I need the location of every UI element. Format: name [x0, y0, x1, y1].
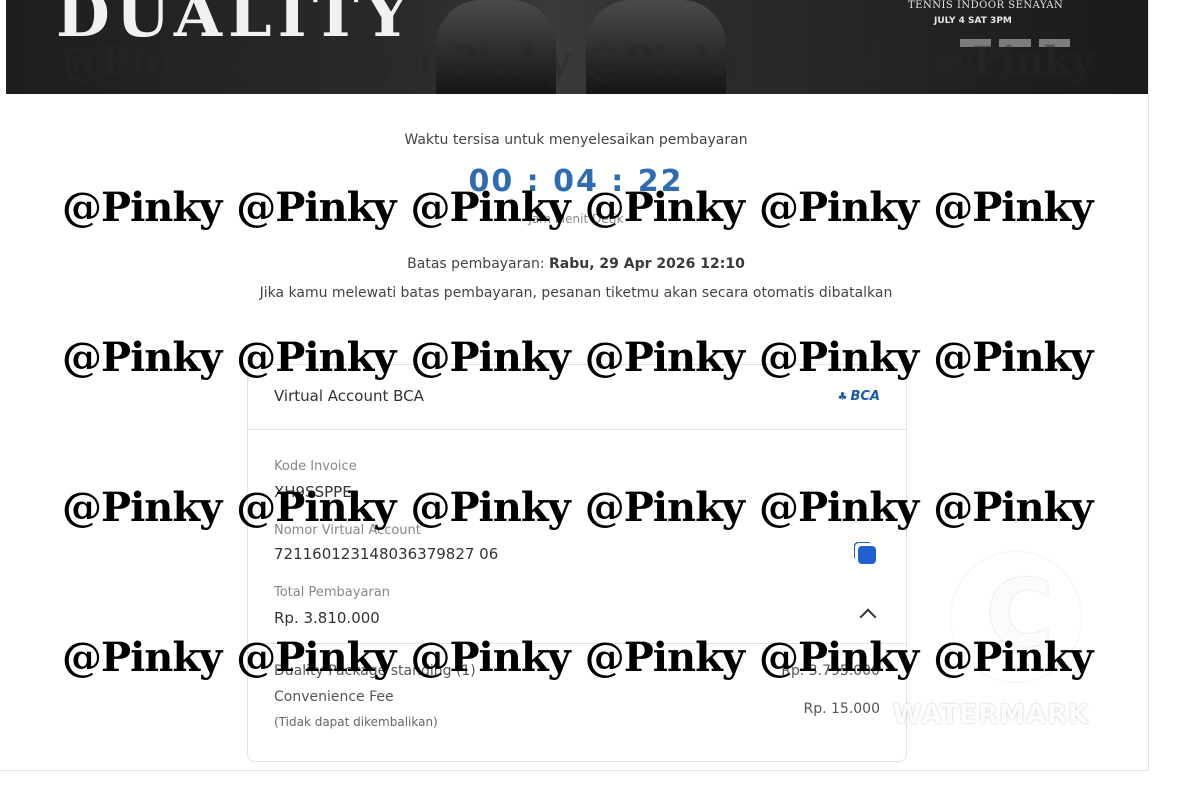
watermark-text-row: @Pinky @Pinky @Pinky @Pinky @Pinky @Pink…: [62, 484, 1094, 531]
payment-page: DUALITY TENNIS INDOOR SENAYAN JULY 4 SAT…: [0, 0, 1200, 794]
va-number-value: 721160123148036379827 06: [274, 545, 499, 563]
event-venue: TENNIS INDOOR SENAYAN: [908, 0, 1064, 11]
time-remaining-label: Waktu tersisa untuk menyelesaikan pembay…: [404, 132, 748, 148]
chevron-up-icon[interactable]: [859, 608, 877, 626]
invoice-label: Kode Invoice: [274, 459, 357, 474]
deadline-value: Rabu, 29 Apr 2026 12:10: [549, 256, 745, 272]
payment-method-title: Virtual Account BCA: [274, 387, 424, 405]
watermark-text-row: @Pinky @Pinky @Pinky @Pinky @Pinky @Pink…: [62, 38, 1094, 85]
payment-deadline: Batas pembayaran: Rabu, 29 Apr 2026 12:1…: [0, 256, 1152, 272]
bca-logo: ♣ BCA: [837, 389, 880, 404]
fee-item-amount: Rp. 15.000: [803, 701, 880, 717]
fee-note: (Tidak dapat dikembalikan): [274, 715, 438, 729]
payment-details-card: Virtual Account BCA ♣ BCA Kode Invoice XH…: [247, 364, 907, 762]
total-payment-label: Total Pembayaran: [274, 585, 390, 600]
fee-item-label: Convenience Fee: [274, 689, 394, 705]
watermark-text-row: @Pinky @Pinky @Pinky @Pinky @Pinky @Pink…: [62, 334, 1094, 381]
watermark-stamp-text: WATERMARK: [893, 700, 1090, 730]
total-payment-value: Rp. 3.810.000: [274, 609, 380, 627]
watermark-text-row: @Pinky @Pinky @Pinky @Pinky @Pinky @Pink…: [62, 634, 1094, 681]
bca-mark-icon: ♣: [837, 390, 848, 403]
watermark-text-row: @Pinky @Pinky @Pinky @Pinky @Pinky @Pink…: [62, 184, 1094, 231]
copy-icon[interactable]: [858, 546, 876, 564]
event-date: JULY 4 SAT 3PM: [934, 16, 1012, 26]
cancellation-warning: Jika kamu melewati batas pembayaran, pes…: [259, 285, 893, 301]
deadline-label: Batas pembayaran:: [407, 256, 545, 272]
